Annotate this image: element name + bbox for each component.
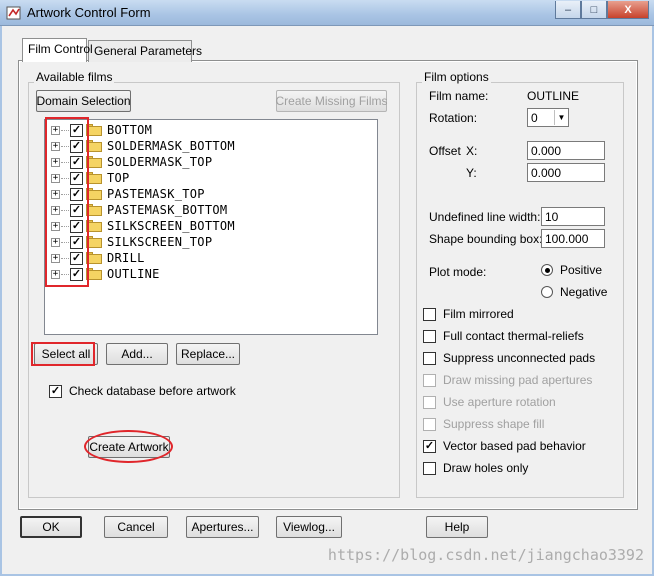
offset-y-label: Y:: [466, 166, 477, 180]
add-button[interactable]: Add...: [106, 343, 168, 365]
checkbox-label: Vector based pad behavior: [443, 439, 586, 453]
film-name: BOTTOM: [107, 123, 153, 137]
checkbox-label: Suppress unconnected pads: [443, 351, 596, 365]
film-mirrored-checkbox[interactable]: Film mirrored: [423, 307, 514, 321]
checkbox-label: Draw holes only: [443, 461, 529, 475]
film-name: SILKSCREEN_TOP: [107, 235, 213, 249]
checkbox-box[interactable]: ✓: [423, 439, 436, 453]
offset-label: Offset: [429, 144, 461, 158]
suppress-unconnected-pads-checkbox[interactable]: Suppress unconnected pads: [423, 351, 595, 365]
tab-label: General Parameters: [94, 44, 203, 58]
tab-general-parameters[interactable]: General Parameters: [88, 40, 202, 62]
radio-button[interactable]: [541, 286, 553, 298]
film-name: SOLDERMASK_TOP: [107, 155, 213, 169]
full-contact-thermal-reliefs-checkbox[interactable]: Full contact thermal-reliefs: [423, 329, 584, 343]
domain-selection-button[interactable]: Domain Selection: [36, 90, 131, 112]
close-icon: X: [624, 3, 632, 16]
checkbox-box[interactable]: [423, 351, 436, 365]
checkbox-box[interactable]: [423, 307, 436, 321]
film-name: DRILL: [107, 251, 145, 265]
create-missing-films-button: Create Missing Films: [275, 90, 388, 112]
film-name: SOLDERMASK_BOTTOM: [107, 139, 235, 153]
film-name: OUTLINE: [107, 267, 160, 281]
plot-mode-negative-radio[interactable]: Negative: [541, 285, 607, 299]
minimize-icon: –: [564, 3, 572, 16]
checkbox-box[interactable]: ✓: [49, 384, 62, 398]
film-name: TOP: [107, 171, 130, 185]
apertures-button[interactable]: Apertures...: [186, 516, 259, 538]
undefined-line-width-input[interactable]: 10: [541, 207, 605, 226]
radio-button[interactable]: [541, 264, 553, 276]
checkbox-label: Film mirrored: [443, 307, 514, 321]
offset-x-input[interactable]: 0.000: [527, 141, 605, 160]
checkbox-label: Suppress shape fill: [443, 417, 545, 431]
film-name-value: OUTLINE: [527, 89, 580, 103]
annotation-rectangle: [45, 117, 89, 287]
window-frame-left: [0, 26, 2, 576]
draw-holes-only-checkbox[interactable]: Draw holes only: [423, 461, 528, 475]
offset-x-label: X:: [466, 144, 478, 158]
maximize-button[interactable]: □: [581, 1, 607, 19]
dropdown-arrow-icon[interactable]: ▼: [554, 110, 568, 125]
checkbox-box: [423, 373, 436, 387]
checkbox-label: Full contact thermal-reliefs: [443, 329, 584, 343]
viewlog-button[interactable]: Viewlog...: [276, 516, 342, 538]
rotation-value: 0: [531, 110, 538, 125]
watermark: https://blog.csdn.net/jiangchao3392: [327, 546, 644, 564]
film-name: PASTEMASK_BOTTOM: [107, 203, 228, 217]
checkbox-box[interactable]: [423, 329, 436, 343]
checkbox-label: Use aperture rotation: [443, 395, 556, 409]
close-button[interactable]: X: [607, 1, 649, 19]
cancel-button[interactable]: Cancel: [104, 516, 168, 538]
offset-y-input[interactable]: 0.000: [527, 163, 605, 182]
shape-bounding-box-input[interactable]: 100.000: [541, 229, 605, 248]
plot-mode-positive-radio[interactable]: Positive: [541, 263, 602, 277]
maximize-icon: □: [590, 3, 598, 16]
use-aperture-rotation-checkbox: Use aperture rotation: [423, 395, 556, 409]
minimize-button[interactable]: –: [555, 1, 581, 19]
help-button[interactable]: Help: [426, 516, 488, 538]
radio-label: Positive: [560, 263, 603, 277]
annotation-rectangle: [31, 342, 95, 366]
available-films-title: Available films: [34, 70, 115, 84]
film-options-title: Film options: [422, 70, 491, 84]
window-title: Artwork Control Form: [27, 5, 151, 20]
undefined-line-width-label: Undefined line width:: [429, 210, 541, 224]
film-list[interactable]: + ✓ BOTTOM + ✓ SOLDERMASK_BOTTOM + ✓ SOL…: [44, 119, 378, 335]
rotation-label: Rotation:: [429, 111, 478, 125]
vector-based-pad-behavior-checkbox[interactable]: ✓ Vector based pad behavior: [423, 439, 586, 453]
tab-film-control[interactable]: Film Control: [22, 38, 93, 62]
tab-label: Film Control: [28, 42, 93, 56]
replace-button[interactable]: Replace...: [176, 343, 240, 365]
ok-button[interactable]: OK: [20, 516, 82, 538]
plot-mode-label: Plot mode:: [429, 265, 487, 279]
checkbox-label: Check database before artwork: [69, 384, 236, 398]
annotation-ellipse: [84, 430, 173, 463]
rotation-select[interactable]: 0 ▼: [527, 108, 569, 127]
radio-label: Negative: [560, 285, 608, 299]
checkbox-label: Draw missing pad apertures: [443, 373, 593, 387]
checkbox-box: [423, 417, 436, 431]
film-name: SILKSCREEN_BOTTOM: [107, 219, 235, 233]
suppress-shape-fill-checkbox: Suppress shape fill: [423, 417, 544, 431]
film-name: PASTEMASK_TOP: [107, 187, 205, 201]
checkbox-box[interactable]: [423, 461, 436, 475]
check-database-checkbox[interactable]: ✓ Check database before artwork: [49, 384, 236, 398]
draw-missing-pad-apertures-checkbox: Draw missing pad apertures: [423, 373, 592, 387]
artwork-app-icon: [6, 6, 21, 20]
film-name-label: Film name:: [429, 89, 489, 103]
shape-bounding-box-label: Shape bounding box:: [429, 232, 543, 246]
checkbox-box: [423, 395, 436, 409]
